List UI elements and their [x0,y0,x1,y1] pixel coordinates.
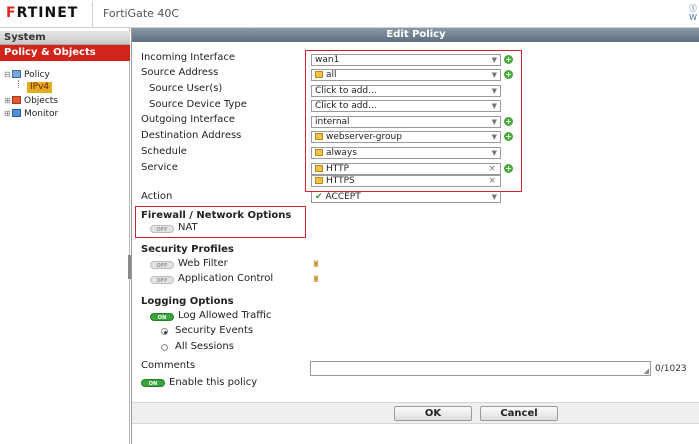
remove-icon[interactable]: × [488,176,496,186]
expand-icon[interactable]: ⊞ [4,107,12,120]
log-allowed-traffic-toggle[interactable]: ON [150,313,174,321]
schedule-select[interactable]: always ▼ [311,147,501,159]
service-icon [315,165,323,172]
check-icon: ✔ [315,192,323,202]
remove-icon[interactable]: × [488,164,496,174]
firewall-network-options-heading: Firewall / Network Options [141,210,292,221]
service-icon [315,177,323,184]
comments-char-counter: 0/1023 [655,364,687,374]
source-device-type-label: Source Device Type [149,99,247,110]
enable-policy-label: Enable this policy [169,377,258,388]
chevron-down-icon: ▼ [491,118,497,126]
add-service-button[interactable]: + [504,164,513,173]
collapse-icon[interactable]: ⊟ [4,68,12,81]
top-bar: FRTINET FortiGate 40C ⓵W [0,0,699,28]
incoming-interface-select[interactable]: wan1 ▼ [311,54,501,66]
chevron-down-icon: ▼ [491,56,497,64]
resize-grip-icon[interactable]: ◢ [644,367,649,375]
comments-label: Comments [141,360,196,371]
tree-item-policy[interactable]: ⊟ Policy [4,68,50,81]
chevron-down-icon: ▼ [491,87,497,95]
profile-edit-icon[interactable]: ♜ [312,260,321,270]
edit-policy-panel: Edit Policy Incoming Interface Source Ad… [131,28,699,444]
all-sessions-radio[interactable] [161,344,168,351]
logging-options-heading: Logging Options [141,296,234,307]
service-label: Service [141,162,178,173]
destination-address-select[interactable]: webserver-group ▼ [311,131,501,143]
address-object-icon [315,71,323,78]
nav-system[interactable]: System [0,31,130,45]
profile-edit-icon[interactable]: ♜ [312,275,321,285]
tree-item-objects[interactable]: ⊞ Objects [4,94,58,107]
outgoing-interface-label: Outgoing Interface [141,114,236,125]
destination-address-label: Destination Address [141,130,242,141]
source-address-select[interactable]: all ▼ [311,69,501,81]
action-select[interactable]: ✔ ACCEPT ▼ [311,191,501,203]
help-icon[interactable]: ⓵W [689,4,697,22]
source-device-type-select[interactable]: Click to add... ▼ [311,100,501,112]
web-filter-label: Web Filter [178,258,228,269]
enable-policy-toggle[interactable]: ON [141,379,165,387]
source-address-label: Source Address [141,67,219,78]
schedule-label: Schedule [141,146,187,157]
tree-connector [18,80,19,88]
log-allowed-traffic-label: Log Allowed Traffic [178,310,272,321]
nat-toggle[interactable]: OFF [150,225,174,233]
monitor-icon [12,109,21,117]
security-events-label: Security Events [175,325,254,336]
left-nav: System Policy & Objects ⊟ Policy IPv4 ⊞ Ob… [0,28,130,444]
source-users-label: Source User(s) [149,83,223,94]
add-outgoing-interface-button[interactable]: + [504,117,513,126]
nav-policy-objects[interactable]: Policy & Objects [0,45,130,61]
comments-textarea[interactable]: ◢ [310,361,651,376]
application-control-label: Application Control [178,273,274,284]
chevron-down-icon: ▼ [491,193,497,201]
cancel-button[interactable]: Cancel [480,406,558,421]
add-incoming-interface-button[interactable]: + [504,55,513,64]
service-item-https[interactable]: HTTPS × [311,175,501,187]
schedule-icon [315,149,323,156]
service-item-http[interactable]: HTTP × [311,163,501,175]
nat-label: NAT [178,222,198,233]
device-model: FortiGate 40C [92,1,179,27]
source-users-select[interactable]: Click to add... ▼ [311,85,501,97]
tree-item-ipv4[interactable]: IPv4 [27,82,53,93]
web-filter-toggle[interactable]: OFF [150,261,174,269]
chevron-down-icon: ▼ [491,149,497,157]
add-destination-address-button[interactable]: + [504,132,513,141]
add-source-address-button[interactable]: + [504,70,513,79]
chevron-down-icon: ▼ [491,102,497,110]
panel-title: Edit Policy [132,28,699,42]
security-events-radio[interactable] [161,328,168,335]
security-profiles-heading: Security Profiles [141,244,234,255]
tree-item-monitor[interactable]: ⊞ Monitor [4,107,58,120]
outgoing-interface-select[interactable]: internal ▼ [311,116,501,128]
application-control-toggle[interactable]: OFF [150,276,174,284]
action-label: Action [141,191,173,202]
ok-button[interactable]: OK [394,406,472,421]
incoming-interface-label: Incoming Interface [141,52,236,63]
expand-icon[interactable]: ⊞ [4,94,12,107]
policy-icon [12,70,21,78]
objects-icon [12,96,21,104]
all-sessions-label: All Sessions [175,341,234,352]
address-group-icon [315,133,323,140]
fortinet-logo: FRTINET [6,5,79,21]
chevron-down-icon: ▼ [491,133,497,141]
chevron-down-icon: ▼ [491,71,497,79]
